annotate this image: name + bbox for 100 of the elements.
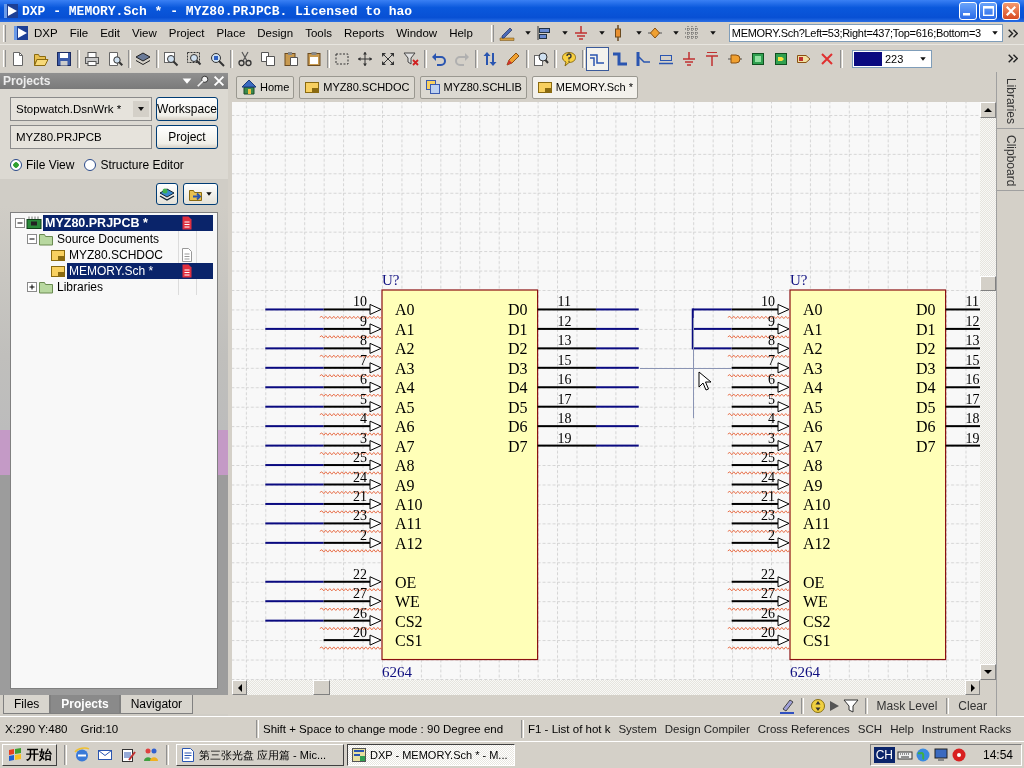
scrollbar[interactable] xyxy=(980,102,996,680)
caret-icon[interactable] xyxy=(524,31,531,35)
start-button[interactable]: 开始 xyxy=(2,744,57,766)
wire[interactable] xyxy=(595,347,639,350)
taskbar-button[interactable]: DXP - MEMORY.Sch * - M... xyxy=(347,744,515,766)
pin[interactable] xyxy=(945,366,980,369)
pin-icon[interactable] xyxy=(196,74,210,88)
taskbar-button[interactable]: 第三张光盘 应用篇 - Mic... xyxy=(176,744,344,766)
wire[interactable] xyxy=(265,464,324,467)
disc-icon[interactable] xyxy=(950,747,967,763)
tree-item[interactable]: Source Documents xyxy=(55,231,213,247)
menu-item[interactable]: Reports xyxy=(338,25,391,41)
wire[interactable] xyxy=(265,580,324,583)
maximize-button[interactable] xyxy=(979,2,997,20)
wire[interactable] xyxy=(265,405,324,408)
document-tab[interactable]: MYZ80.SCHDOC xyxy=(299,75,415,99)
panel-button[interactable]: Design Compiler xyxy=(660,720,754,738)
tree-item[interactable]: MYZ80.PRJPCB * xyxy=(43,215,213,231)
pin[interactable] xyxy=(945,347,980,350)
menu-item[interactable]: Design xyxy=(251,25,300,41)
people-icon[interactable] xyxy=(143,747,159,763)
caret-icon[interactable] xyxy=(635,31,642,35)
wire[interactable] xyxy=(265,386,324,389)
caret-icon[interactable] xyxy=(561,31,568,35)
menu-item[interactable]: File xyxy=(63,25,95,41)
color-dropdown[interactable]: 223 xyxy=(852,49,932,68)
wire[interactable] xyxy=(265,425,324,428)
radio-button[interactable] xyxy=(84,159,97,171)
scrollbar-thumb[interactable] xyxy=(313,680,330,695)
menu-item[interactable]: Window xyxy=(390,25,444,41)
wire[interactable] xyxy=(265,444,324,447)
menu-item[interactable]: View xyxy=(126,25,163,41)
computer-icon[interactable] xyxy=(932,747,949,763)
pin[interactable] xyxy=(537,425,596,428)
wire[interactable] xyxy=(692,347,732,350)
radio-button[interactable] xyxy=(10,159,22,171)
caret-icon[interactable] xyxy=(672,31,679,35)
chevron-icon[interactable] xyxy=(1008,28,1018,38)
pin[interactable] xyxy=(945,308,980,311)
radio-label[interactable]: Structure Editor xyxy=(100,158,184,172)
wire[interactable] xyxy=(265,366,324,369)
scroll-right-button[interactable] xyxy=(965,680,980,695)
collapse-icon[interactable] xyxy=(14,217,26,229)
component-body[interactable] xyxy=(789,289,947,661)
side-panel-tab[interactable]: Libraries xyxy=(997,72,1024,130)
document-tab[interactable]: Home xyxy=(236,75,295,99)
menu-item[interactable]: DXP xyxy=(7,23,64,43)
wire[interactable] xyxy=(595,444,639,447)
pencil-ruler-icon[interactable] xyxy=(498,25,515,41)
scroll-down-button[interactable] xyxy=(980,664,996,680)
wire[interactable] xyxy=(265,347,324,350)
collapse-icon[interactable] xyxy=(26,233,38,245)
notepad-icon[interactable] xyxy=(120,747,136,763)
tree-item[interactable]: MYZ80.SCHDOC xyxy=(67,247,213,263)
pin[interactable] xyxy=(537,405,596,408)
pin[interactable] xyxy=(945,425,980,428)
location-dropdown[interactable]: MEMORY.Sch?Left=53;Right=437;Top=616;Bottom=3 xyxy=(728,24,1003,42)
wire[interactable] xyxy=(265,619,324,622)
project-field[interactable]: MYZ80.PRJPCB xyxy=(10,125,152,149)
pin[interactable] xyxy=(537,308,596,311)
panel-tool-button[interactable] xyxy=(156,183,178,205)
tree-item[interactable]: Libraries xyxy=(55,279,213,295)
funnel-icon[interactable] xyxy=(842,697,859,714)
document-tab[interactable]: MYZ80.SCHLIB xyxy=(419,75,527,99)
wire[interactable] xyxy=(265,502,324,505)
minimize-button[interactable] xyxy=(959,2,977,20)
language-indicator[interactable]: CH xyxy=(873,747,895,763)
wire[interactable] xyxy=(595,366,639,369)
pin[interactable] xyxy=(537,366,596,369)
panel-button[interactable]: Cross References xyxy=(753,720,854,738)
menu-item[interactable]: Project xyxy=(162,25,211,41)
document-tab[interactable]: MEMORY.Sch * xyxy=(531,75,638,99)
scroll-up-button[interactable] xyxy=(980,102,996,118)
project-button[interactable]: Project xyxy=(156,125,218,149)
panel-button[interactable]: Help xyxy=(886,720,918,738)
expand-icon[interactable] xyxy=(26,281,38,293)
align-icon[interactable] xyxy=(535,25,552,41)
wire[interactable] xyxy=(265,600,324,603)
envelope-icon[interactable] xyxy=(97,747,113,763)
menu-item[interactable]: Place xyxy=(210,25,252,41)
menu-item[interactable]: Edit xyxy=(94,25,126,41)
pin[interactable] xyxy=(537,444,596,447)
panel-button[interactable]: Instrument Racks xyxy=(917,720,1016,738)
wire[interactable] xyxy=(265,327,324,330)
stepped-lines-icon[interactable] xyxy=(586,46,609,71)
workspace-button[interactable]: Workspace xyxy=(156,97,218,121)
menu-item[interactable]: Help xyxy=(443,25,479,41)
side-panel-tab[interactable]: Clipboard xyxy=(997,129,1024,192)
caret-icon[interactable] xyxy=(709,31,716,35)
wire[interactable] xyxy=(595,425,639,428)
pin[interactable] xyxy=(537,327,596,330)
brush-icon[interactable] xyxy=(778,697,795,714)
clear-button[interactable]: Clear xyxy=(955,698,990,713)
panel-button[interactable]: SCH xyxy=(853,720,887,738)
pin[interactable] xyxy=(537,347,596,350)
globe-swoosh-icon[interactable] xyxy=(74,747,90,763)
pin[interactable] xyxy=(945,327,980,330)
wire[interactable] xyxy=(265,522,324,525)
scrollbar-thumb[interactable] xyxy=(980,276,996,291)
pin[interactable] xyxy=(945,386,980,389)
